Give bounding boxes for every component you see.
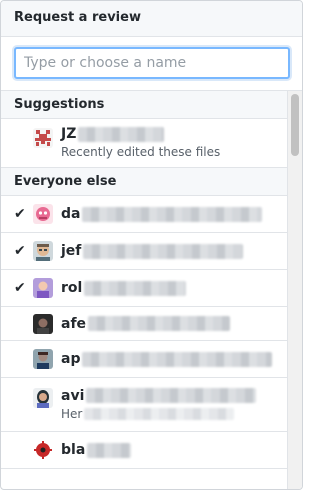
redacted-name bbox=[82, 351, 273, 367]
photo-avatar bbox=[33, 278, 53, 298]
pink-character-avatar bbox=[33, 204, 53, 224]
check-icon: ✔ bbox=[14, 280, 26, 296]
user-item[interactable]: ap bbox=[1, 341, 287, 378]
suggestion-item-jz[interactable]: JZ Recently edited these files bbox=[1, 119, 287, 168]
section-suggestions-title: Suggestions bbox=[1, 91, 287, 119]
user-login: jef bbox=[61, 243, 82, 259]
user-login: da bbox=[61, 206, 81, 222]
user-item[interactable]: ✔ da bbox=[1, 196, 287, 233]
redacted-name bbox=[87, 442, 132, 458]
search-container bbox=[1, 37, 302, 91]
dark-photo-avatar bbox=[33, 313, 53, 334]
woman-photo-avatar bbox=[33, 388, 53, 408]
user-login: avi bbox=[61, 387, 85, 404]
user-item[interactable]: avi Her bbox=[1, 378, 287, 432]
user-login: rol bbox=[61, 280, 83, 296]
redacted-name bbox=[84, 280, 187, 296]
reviewer-list: Suggestions JZ Recently edited these fil… bbox=[1, 91, 302, 489]
user-description: Her bbox=[61, 406, 83, 421]
popover-title: Request a review bbox=[1, 1, 302, 37]
user-login: afe bbox=[61, 315, 87, 332]
search-input[interactable] bbox=[14, 47, 290, 79]
man-photo-avatar bbox=[33, 349, 53, 369]
redacted-description bbox=[84, 407, 235, 420]
user-item[interactable]: ✔ rol bbox=[1, 270, 287, 307]
user-login: JZ bbox=[61, 126, 77, 142]
user-description: Recently edited these files bbox=[61, 145, 221, 159]
redacted-name bbox=[83, 243, 244, 259]
check-icon: ✔ bbox=[14, 206, 26, 222]
redacted-name bbox=[78, 126, 165, 142]
list-scrollbar[interactable] bbox=[287, 91, 302, 489]
cartoon-face-avatar bbox=[33, 241, 53, 261]
user-login: ap bbox=[61, 351, 81, 367]
user-item[interactable]: afe bbox=[1, 307, 287, 341]
redacted-name bbox=[82, 206, 263, 222]
check-icon: ✔ bbox=[14, 243, 26, 259]
review-request-popover: Request a review Suggestions JZ Re bbox=[0, 0, 303, 490]
user-item[interactable]: bla bbox=[1, 432, 287, 469]
section-everyone-title: Everyone else bbox=[1, 168, 287, 196]
pixel-invader-avatar bbox=[33, 128, 53, 148]
user-item[interactable]: ✔ jef bbox=[1, 233, 287, 270]
user-login: bla bbox=[61, 442, 86, 458]
redacted-name bbox=[86, 388, 257, 403]
red-gear-avatar bbox=[33, 440, 53, 460]
scrollbar-thumb[interactable] bbox=[291, 94, 299, 156]
redacted-name bbox=[88, 316, 231, 331]
